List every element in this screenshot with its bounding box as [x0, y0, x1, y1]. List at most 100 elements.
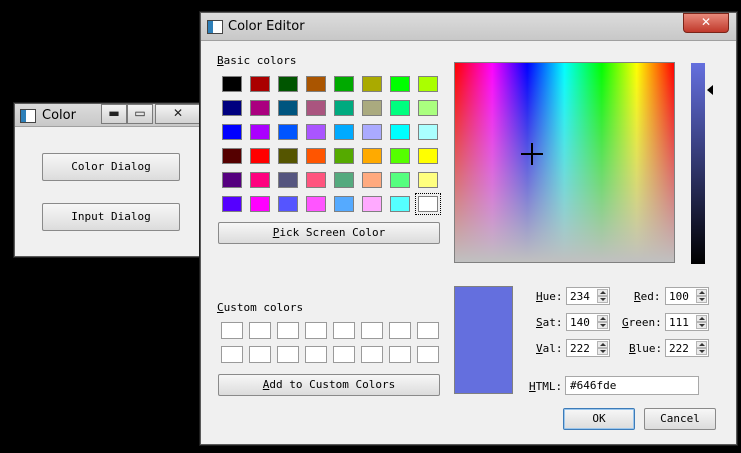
val-spinbox[interactable]: 222 — [566, 339, 610, 357]
basic-color-swatch[interactable] — [418, 76, 438, 92]
basic-color-swatch[interactable] — [250, 148, 270, 164]
basic-color-swatch[interactable] — [362, 172, 382, 188]
basic-color-swatch[interactable] — [222, 100, 242, 116]
basic-color-swatch[interactable] — [334, 76, 354, 92]
color-spectrum[interactable] — [454, 62, 675, 263]
basic-color-swatch[interactable] — [418, 100, 438, 116]
color-window-titlebar[interactable]: Color ▬ ▭ ✕ — [15, 104, 204, 127]
basic-color-swatch[interactable] — [334, 124, 354, 140]
html-input[interactable]: #646fde — [565, 376, 699, 395]
custom-color-swatch[interactable] — [277, 346, 299, 363]
basic-color-swatch[interactable] — [278, 76, 298, 92]
basic-color-swatch[interactable] — [306, 196, 326, 212]
red-spinbox[interactable]: 100 — [665, 287, 709, 305]
basic-color-swatch[interactable] — [250, 196, 270, 212]
blue-spinbox[interactable]: 222 — [665, 339, 709, 357]
basic-color-swatch[interactable] — [390, 172, 410, 188]
basic-color-swatch[interactable] — [334, 100, 354, 116]
basic-color-swatch[interactable] — [390, 76, 410, 92]
app-icon — [20, 109, 36, 123]
value-slider[interactable] — [691, 63, 705, 264]
basic-color-swatch[interactable] — [390, 100, 410, 116]
maximize-icon[interactable]: ▭ — [127, 104, 153, 124]
basic-color-swatch[interactable] — [362, 148, 382, 164]
custom-color-swatch[interactable] — [333, 346, 355, 363]
color-dialog-button[interactable]: Color Dialog — [42, 153, 180, 181]
input-dialog-button[interactable]: Input Dialog — [42, 203, 180, 231]
green-spinbox[interactable]: 111 — [665, 313, 709, 331]
basic-color-swatch[interactable] — [334, 172, 354, 188]
basic-color-swatch[interactable] — [306, 124, 326, 140]
basic-color-swatch[interactable] — [222, 148, 242, 164]
minimize-icon[interactable]: ▬ — [101, 104, 127, 124]
basic-color-swatch[interactable] — [278, 196, 298, 212]
custom-color-swatch[interactable] — [361, 322, 383, 339]
custom-color-swatch[interactable] — [417, 322, 439, 339]
basic-color-swatch[interactable] — [362, 124, 382, 140]
basic-color-swatch[interactable] — [334, 196, 354, 212]
current-color-preview — [454, 286, 513, 394]
basic-color-swatch[interactable] — [278, 124, 298, 140]
basic-color-swatch[interactable] — [250, 100, 270, 116]
basic-color-swatch[interactable] — [222, 124, 242, 140]
custom-color-swatch[interactable] — [249, 346, 271, 363]
basic-color-swatch[interactable] — [222, 196, 242, 212]
hue-spinbox[interactable]: 234 — [566, 287, 610, 305]
color-editor-dialog: Color Editor ✕ Basic colors Pick Screen … — [200, 12, 737, 445]
custom-color-swatch[interactable] — [277, 322, 299, 339]
close-icon[interactable]: ✕ — [155, 104, 201, 124]
cancel-button[interactable]: Cancel — [644, 408, 716, 430]
color-window-title: Color — [42, 108, 76, 123]
pick-screen-color-button[interactable]: Pick Screen Color — [218, 222, 440, 244]
basic-color-swatch[interactable] — [415, 193, 441, 215]
basic-color-swatch[interactable] — [306, 76, 326, 92]
basic-color-swatch[interactable] — [362, 100, 382, 116]
basic-color-swatch[interactable] — [418, 172, 438, 188]
custom-color-swatch[interactable] — [389, 322, 411, 339]
red-label: Red: — [634, 290, 661, 303]
basic-color-swatch[interactable] — [250, 124, 270, 140]
basic-color-swatch[interactable] — [306, 100, 326, 116]
basic-color-swatch[interactable] — [306, 148, 326, 164]
close-icon[interactable]: ✕ — [683, 13, 729, 33]
basic-color-swatch[interactable] — [362, 76, 382, 92]
custom-color-swatch[interactable] — [389, 346, 411, 363]
hue-label: Hue: — [536, 290, 563, 303]
custom-color-swatch[interactable] — [305, 322, 327, 339]
basic-color-swatch[interactable] — [278, 148, 298, 164]
add-to-custom-colors-button[interactable]: Add to Custom Colors — [218, 374, 440, 396]
value-slider-handle-icon[interactable] — [707, 85, 713, 95]
basic-color-swatch[interactable] — [390, 148, 410, 164]
custom-color-swatch[interactable] — [361, 346, 383, 363]
custom-color-swatch[interactable] — [249, 322, 271, 339]
sat-label: Sat: — [536, 316, 563, 329]
custom-color-swatch[interactable] — [221, 322, 243, 339]
sat-spinbox[interactable]: 140 — [566, 313, 610, 331]
basic-color-swatch[interactable] — [418, 124, 438, 140]
basic-color-swatch[interactable] — [390, 124, 410, 140]
basic-color-swatch[interactable] — [250, 76, 270, 92]
ok-button[interactable]: OK — [563, 408, 635, 430]
app-icon — [207, 20, 223, 34]
crosshair-icon — [521, 143, 543, 165]
custom-color-swatch[interactable] — [305, 346, 327, 363]
color-editor-title: Color Editor — [228, 19, 305, 34]
custom-colors-label: Custom colors — [217, 301, 304, 314]
custom-color-swatch[interactable] — [417, 346, 439, 363]
custom-color-swatch[interactable] — [221, 346, 243, 363]
basic-color-swatch[interactable] — [278, 100, 298, 116]
basic-color-swatch[interactable] — [250, 172, 270, 188]
html-label: HTML: — [529, 380, 563, 393]
basic-color-swatch[interactable] — [278, 172, 298, 188]
custom-color-swatch[interactable] — [333, 322, 355, 339]
basic-color-swatch[interactable] — [222, 172, 242, 188]
basic-color-swatch[interactable] — [362, 196, 382, 212]
basic-color-swatch[interactable] — [334, 148, 354, 164]
basic-color-swatch[interactable] — [418, 148, 438, 164]
basic-color-swatch[interactable] — [306, 172, 326, 188]
basic-color-swatch[interactable] — [222, 76, 242, 92]
blue-label: Blue: — [629, 342, 663, 355]
color-window: Color ▬ ▭ ✕ Color Dialog Input Dialog — [14, 103, 205, 257]
color-editor-titlebar[interactable]: Color Editor ✕ — [201, 13, 736, 41]
basic-color-swatch[interactable] — [390, 196, 410, 212]
